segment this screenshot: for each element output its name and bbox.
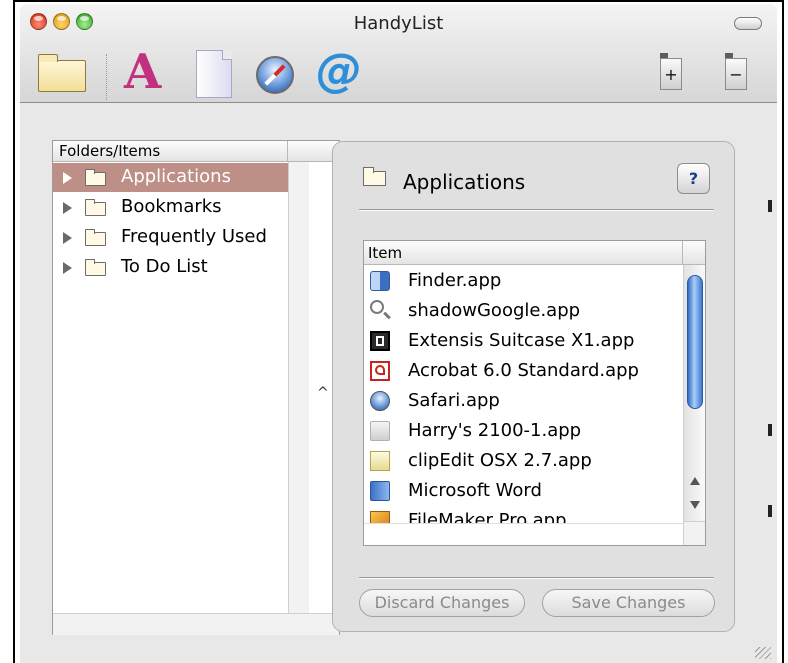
save-changes-button[interactable]: Save Changes xyxy=(542,589,715,617)
background-fragment xyxy=(768,200,772,212)
table-bottom-area xyxy=(364,523,683,545)
table-header[interactable]: Item xyxy=(364,241,705,265)
disclosure-triangle-icon[interactable] xyxy=(63,262,72,274)
add-item-button[interactable]: + xyxy=(660,53,682,90)
safari-icon xyxy=(370,391,390,411)
item-name: clipEdit OSX 2.7.app xyxy=(408,450,592,471)
table-row[interactable]: Acrobat 6.0 Standard.app xyxy=(364,356,682,386)
item-name: shadowGoogle.app xyxy=(408,300,581,321)
item-name: Acrobat 6.0 Standard.app xyxy=(408,360,639,381)
magnifier-icon xyxy=(370,300,384,314)
folders-outline-view[interactable]: Folders/Items Applications Bookmarks Fre… xyxy=(52,140,340,635)
divider xyxy=(359,577,714,579)
table-row[interactable]: Safari.app xyxy=(364,386,682,416)
item-name: Safari.app xyxy=(408,390,500,411)
window-title: HandyList xyxy=(353,13,444,34)
detail-title: Applications xyxy=(403,170,526,194)
email-icon[interactable]: @ xyxy=(316,42,362,98)
folder-icon xyxy=(85,229,106,246)
font-icon[interactable]: A xyxy=(124,44,161,100)
outline-header[interactable]: Folders/Items xyxy=(53,141,339,162)
outline-row-label: Frequently Used xyxy=(121,226,267,247)
safari-bookmark-icon[interactable] xyxy=(256,56,294,94)
item-name: Extensis Suitcase X1.app xyxy=(408,330,635,351)
scroll-corner xyxy=(683,521,705,545)
disclosure-triangle-icon[interactable] xyxy=(63,172,72,184)
column-divider xyxy=(287,141,288,161)
window-content: Folders/Items Applications Bookmarks Fre… xyxy=(20,103,777,663)
folder-icon xyxy=(85,259,106,276)
toolbar-separator xyxy=(106,54,108,100)
resize-grip-icon[interactable] xyxy=(755,647,771,659)
table-vertical-scrollbar[interactable] xyxy=(683,265,705,521)
clipedit-icon xyxy=(370,451,390,471)
discard-changes-button[interactable]: Discard Changes xyxy=(359,589,525,617)
table-row[interactable]: Finder.app xyxy=(364,266,682,296)
item-name: Harry's 2100-1.app xyxy=(408,420,582,441)
scroll-thumb[interactable] xyxy=(687,275,703,409)
divider xyxy=(359,209,714,211)
outline-row-label: To Do List xyxy=(121,256,208,277)
remove-item-button[interactable]: − xyxy=(725,53,747,90)
screenshot-border-right xyxy=(782,0,784,663)
disclosure-triangle-icon[interactable] xyxy=(63,202,72,214)
table-row[interactable]: Harry's 2100-1.app xyxy=(364,416,682,446)
suitcase-icon xyxy=(370,331,390,351)
word-icon xyxy=(370,481,390,501)
outline-row-applications[interactable]: Applications xyxy=(53,163,288,192)
title-bar: HandyList A @ + − xyxy=(20,4,777,103)
table-row[interactable]: shadowGoogle.app xyxy=(364,296,682,326)
screenshot-border-top xyxy=(13,0,784,2)
column-divider xyxy=(682,241,683,264)
acrobat-icon xyxy=(370,361,390,381)
table-row[interactable]: Extensis Suitcase X1.app xyxy=(364,326,682,356)
outline-row-to-do-list[interactable]: To Do List xyxy=(53,253,288,282)
outline-row-bookmarks[interactable]: Bookmarks xyxy=(53,193,288,222)
outline-header-label: Folders/Items xyxy=(59,142,161,160)
table-row[interactable]: Microsoft Word xyxy=(364,476,682,506)
outline-row-frequently-used[interactable]: Frequently Used xyxy=(53,223,288,252)
item-name: Microsoft Word xyxy=(408,480,542,501)
folder-icon xyxy=(363,167,386,186)
detail-panel: Applications ? Item Finder.app shadowGoo… xyxy=(332,141,735,632)
folder-icon xyxy=(85,199,106,216)
harrys-icon xyxy=(370,421,390,441)
outline-row-label: Bookmarks xyxy=(121,196,222,217)
split-view-handle[interactable]: ^ xyxy=(317,385,329,401)
item-name: Finder.app xyxy=(408,270,502,291)
scroll-up-arrow-icon[interactable] xyxy=(690,477,700,485)
new-document-icon[interactable] xyxy=(196,50,232,98)
finder-icon xyxy=(370,271,390,291)
outline-row-label: Applications xyxy=(121,166,231,187)
help-button[interactable]: ? xyxy=(677,163,710,194)
outline-vertical-scrollbar[interactable] xyxy=(288,162,309,613)
screenshot-border-left xyxy=(13,0,15,663)
column-header-item[interactable]: Item xyxy=(368,244,402,262)
disclosure-triangle-icon[interactable] xyxy=(63,232,72,244)
handylist-window: HandyList A @ + − Folders/Items Applicat… xyxy=(20,4,777,663)
toolbar-toggle-button[interactable] xyxy=(734,17,762,30)
new-folder-icon[interactable] xyxy=(38,54,86,92)
background-fragment xyxy=(768,505,772,517)
outline-horizontal-scrollbar[interactable] xyxy=(53,613,339,635)
scroll-down-arrow-icon[interactable] xyxy=(690,501,700,509)
background-fragment xyxy=(768,424,772,436)
table-row[interactable]: clipEdit OSX 2.7.app xyxy=(364,446,682,476)
items-table[interactable]: Item Finder.app shadowGoogle.app Extensi… xyxy=(363,240,706,546)
folder-icon xyxy=(85,169,106,186)
